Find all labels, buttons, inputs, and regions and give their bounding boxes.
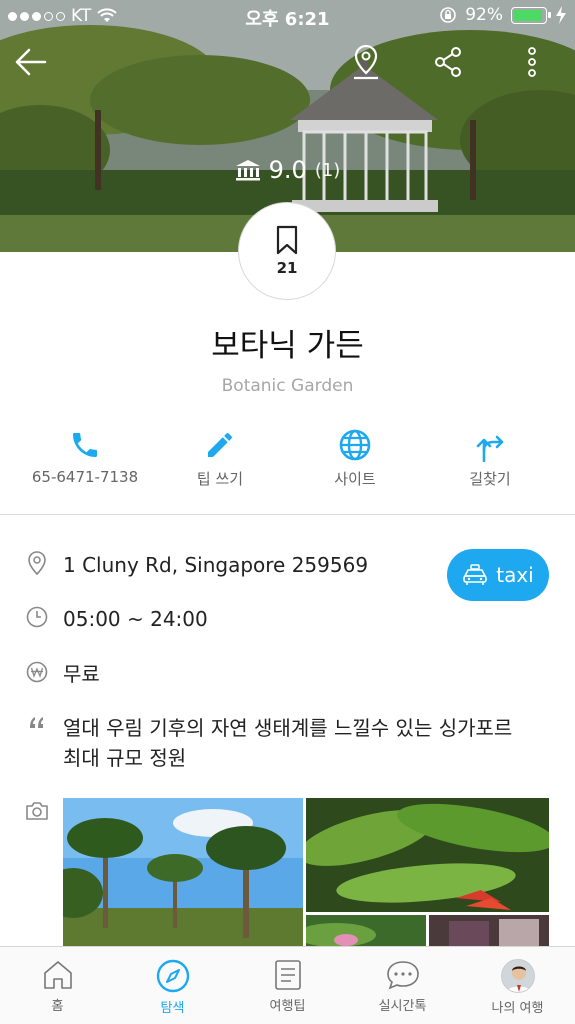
tab-home-label: 홈 <box>51 999 64 1014</box>
action-row: 65-6471-7138 팁 쓰기 사이트 길찾기 <box>0 426 575 496</box>
tab-live-talk[interactable]: 실시간톡 <box>345 947 460 1024</box>
bookmark-icon <box>276 225 298 255</box>
plant-leaves-photo <box>306 798 549 912</box>
tab-live-talk-label: 실시간톡 <box>378 999 427 1014</box>
garden-photo <box>306 915 426 948</box>
battery-percent: 92% <box>465 5 503 25</box>
compass-icon <box>156 959 189 993</box>
write-tip-button[interactable]: 팁 쓰기 <box>150 426 290 489</box>
location-pin-icon <box>28 551 46 576</box>
tab-explore-label: 탐색 <box>160 1001 185 1016</box>
back-button[interactable] <box>10 42 50 82</box>
clock-icon <box>26 606 48 628</box>
tab-my-trip[interactable]: 나의 여행 <box>460 947 575 1024</box>
home-icon <box>43 961 72 989</box>
pencil-icon <box>208 433 232 457</box>
rotation-lock-icon <box>440 7 457 23</box>
globe-icon <box>339 429 371 461</box>
directions-label: 길찾기 <box>469 470 511 488</box>
fee-row: 무료 <box>24 659 100 689</box>
tab-bar: 홈 탐색 여행팁 실시간톡 나의 여행 <box>0 946 575 1024</box>
tab-travel-tips[interactable]: 여행팁 <box>230 947 345 1024</box>
rating-score: 9.0 <box>268 156 307 184</box>
description-text: 열대 우림 기후의 자연 생태계를 느낄수 있는 싱가포르 최대 규모 정원 <box>63 716 513 770</box>
taxi-label: taxi <box>496 563 534 587</box>
photo-small-1[interactable] <box>306 915 426 948</box>
museum-icon <box>235 160 260 181</box>
charging-icon <box>556 6 566 24</box>
place-subtitle: Botanic Garden <box>221 376 354 396</box>
section-divider <box>0 514 575 515</box>
place-title: 보타닉 가든 <box>211 328 364 364</box>
website-button[interactable]: 사이트 <box>285 426 425 489</box>
tab-home[interactable]: 홈 <box>0 947 115 1024</box>
call-button[interactable]: 65-6471-7138 <box>15 426 155 486</box>
rating-count: (1) <box>314 159 341 181</box>
photo-heliconia[interactable] <box>306 798 549 912</box>
chat-icon <box>386 961 419 990</box>
rating: 9.0 (1) <box>0 156 575 184</box>
address-row: 1 Cluny Rd, Singapore 259569 <box>24 550 368 580</box>
phone-number: 65-6471-7138 <box>31 468 139 486</box>
taxi-icon <box>463 564 488 585</box>
back-arrow-icon <box>15 48 47 76</box>
photo-gallery <box>63 798 549 948</box>
phone-icon <box>73 433 97 457</box>
won-currency-icon <box>26 661 48 683</box>
tab-travel-tips-label: 여행팁 <box>269 999 306 1014</box>
taxi-button[interactable]: taxi <box>447 549 549 601</box>
photo-small-2[interactable] <box>429 915 549 948</box>
hours-text: 05:00 ~ 24:00 <box>63 607 208 631</box>
palm-trees-photo <box>63 798 303 948</box>
map-pin-icon <box>354 44 378 80</box>
more-vertical-icon <box>528 47 536 77</box>
bookmark-button[interactable]: 21 <box>238 202 336 300</box>
map-button[interactable] <box>346 42 386 82</box>
address-text[interactable]: 1 Cluny Rd, Singapore 259569 <box>63 550 368 580</box>
description-row: 열대 우림 기후의 자연 생태계를 느낄수 있는 싱가포르 최대 규모 정원 <box>24 713 534 773</box>
photo-palms[interactable] <box>63 798 303 948</box>
quote-icon <box>30 717 43 728</box>
interior-photo <box>429 915 549 948</box>
website-label: 사이트 <box>334 470 376 488</box>
photos-row <box>24 798 63 824</box>
share-button[interactable] <box>428 42 468 82</box>
directions-icon <box>476 435 504 462</box>
tab-my-trip-label: 나의 여행 <box>491 1001 544 1016</box>
bookmark-count: 21 <box>276 259 298 277</box>
fee-text: 무료 <box>63 662 100 686</box>
more-button[interactable] <box>512 42 552 82</box>
tab-explore[interactable]: 탐색 <box>115 947 230 1024</box>
battery-icon <box>511 6 551 24</box>
write-tip-label: 팁 쓰기 <box>196 470 244 488</box>
camera-icon <box>26 802 48 820</box>
share-icon <box>435 47 461 77</box>
document-icon <box>274 960 301 990</box>
status-bar: KT 오후 6:21 92% <box>0 0 575 34</box>
directions-button[interactable]: 길찾기 <box>420 426 560 489</box>
hours-row: 05:00 ~ 24:00 <box>24 604 208 634</box>
avatar <box>500 959 535 993</box>
